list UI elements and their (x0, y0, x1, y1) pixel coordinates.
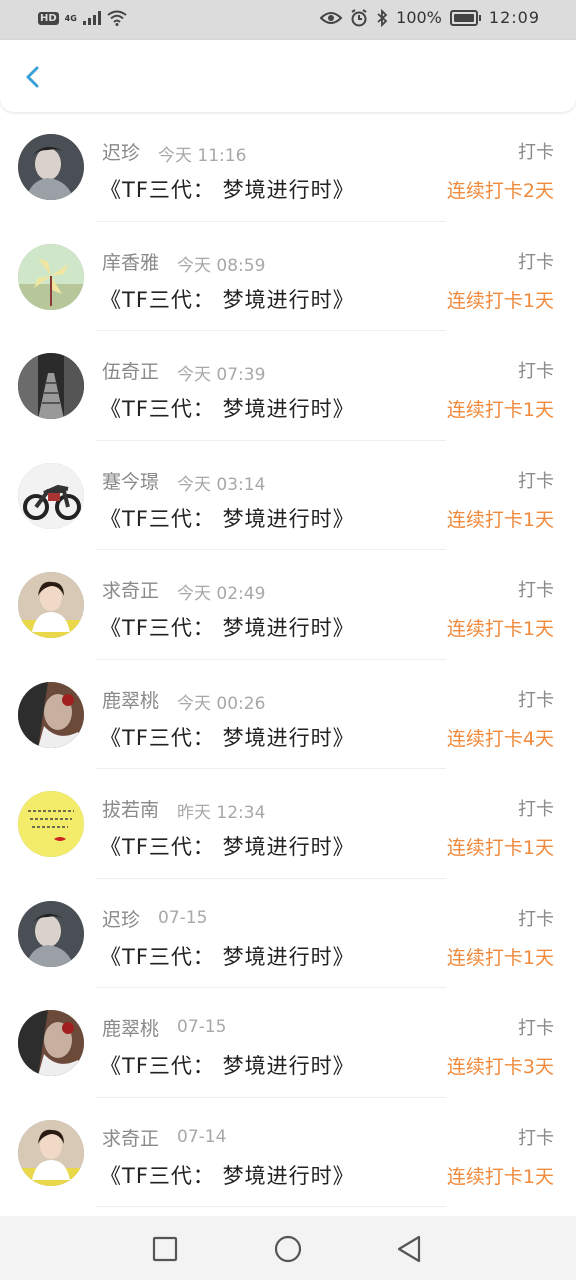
alarm-icon (350, 8, 368, 27)
checkin-time: 今天 02:49 (177, 584, 266, 604)
triangle-back-icon (397, 1235, 421, 1263)
book-title: 《TF三代： 梦境进行时》 (100, 835, 355, 859)
user-name[interactable]: 迟珍 (102, 138, 140, 165)
user-name[interactable]: 拔若南 (102, 795, 159, 822)
user-name[interactable]: 庠香雅 (102, 248, 159, 275)
bluetooth-icon (376, 8, 388, 27)
streak-label: 连续打卡1天 (446, 289, 554, 312)
woman-portrait-icon[interactable] (18, 1119, 84, 1186)
battery-icon (449, 9, 481, 26)
checkin-tag: 打卡 (518, 580, 554, 601)
checkin-row[interactable]: 鹿翠桃 今天 00:26 《TF三代： 梦境进行时》 打卡连续打卡4天 (0, 660, 576, 769)
checkin-tag: 打卡 (518, 689, 554, 711)
checkin-tag: 打卡 (518, 908, 554, 930)
user-name[interactable]: 鹿翠桃 (102, 1014, 159, 1041)
yellow-note-icon[interactable] (18, 791, 84, 857)
book-title: 《TF三代： 梦境进行时》 (100, 1054, 355, 1078)
app-header (0, 40, 576, 112)
user-name[interactable]: 伍奇正 (102, 357, 159, 384)
artwork-icon[interactable] (18, 1010, 84, 1076)
checkin-time: 07-15 (158, 907, 208, 928)
user-name[interactable]: 鹿翠桃 (102, 686, 159, 713)
checkin-tag: 打卡 (518, 361, 554, 382)
home-button[interactable] (271, 1232, 305, 1266)
book-title: 《TF三代： 梦境进行时》 (100, 944, 355, 969)
checkin-list: 迟珍 今天 11:16 《TF三代： 梦境进行时》 打卡 连续打卡2天 庠香雅 今天 08:… (0, 112, 576, 1207)
eye-icon (320, 11, 343, 25)
checkin-tag: 打卡 (518, 470, 554, 492)
checkin-time: 今天 03:14 (177, 474, 266, 495)
streak-label: 连续打卡1天 (446, 1165, 554, 1188)
woman-portrait-icon[interactable] (18, 572, 84, 638)
artwork-icon[interactable] (18, 681, 84, 748)
system-nav-bar (0, 1216, 576, 1280)
wifi-icon (107, 10, 127, 26)
book-title: 《TF三代： 梦境进行时》 (100, 397, 355, 421)
checkin-row[interactable]: 迟珍 今天 11:16 《TF三代： 梦境进行时》 打卡连续打卡2天 (0, 112, 576, 222)
streak-label: 连续打卡3天 (446, 1056, 554, 1078)
streak-label: 连续打卡1天 (446, 618, 554, 640)
recent-apps-button[interactable] (148, 1232, 182, 1266)
streak-label: 连续打卡1天 (446, 508, 554, 531)
checkin-tag: 打卡 (518, 1018, 554, 1039)
portrait-icon[interactable] (18, 900, 84, 967)
book-title: 《TF三代： 梦境进行时》 (100, 616, 355, 640)
checkin-row[interactable]: 庠香雅 今天 08:59 《TF三代： 梦境进行时》 打卡连续打卡1天 (0, 222, 576, 331)
status-left: HD 4G (38, 10, 127, 26)
divider (96, 1206, 446, 1207)
checkin-tag: 打卡 (518, 1127, 554, 1149)
checkin-row[interactable]: 求奇正 今天 02:49 《TF三代： 梦境进行时》 打卡连续打卡1天 (0, 550, 576, 660)
book-title: 《TF三代： 梦境进行时》 (100, 725, 355, 750)
streak-label: 连续打卡1天 (446, 946, 554, 969)
user-name[interactable]: 蹇今璟 (102, 467, 159, 494)
book-title: 《TF三代： 梦境进行时》 (100, 506, 355, 531)
streak-label: 连续打卡4天 (446, 727, 554, 750)
checkin-time: 今天 11:16 (158, 146, 247, 166)
checkin-tag: 打卡 (518, 251, 554, 273)
streak-label: 连续打卡1天 (446, 399, 554, 421)
checkin-time: 昨天 12:34 (177, 803, 266, 823)
book-title: 《TF三代： 梦境进行时》 (100, 287, 355, 312)
checkin-row[interactable]: 鹿翠桃 07-15 《TF三代： 梦境进行时》 打卡连续打卡3天 (0, 988, 576, 1098)
checkin-time: 今天 08:59 (177, 255, 266, 276)
hd-indicator: HD (38, 11, 59, 25)
signal-icon (82, 11, 101, 25)
checkin-tag: 打卡 (518, 799, 554, 820)
checkin-time: 07-14 (177, 1126, 227, 1147)
checkin-time: 07-15 (177, 1017, 227, 1037)
checkin-tag: 打卡 (518, 142, 554, 163)
checkin-time: 今天 07:39 (177, 365, 266, 385)
streak-label: 连续打卡2天 (446, 180, 554, 202)
status-bar: HD 4G 100% 12:09 (0, 0, 576, 40)
streak-label: 连续打卡1天 (446, 837, 554, 859)
checkin-row[interactable]: 蹇今璟 今天 03:14 《TF三代： 梦境进行时》 打卡连续打卡1天 (0, 441, 576, 550)
motorcycle-icon[interactable] (18, 462, 84, 529)
battery-percent: 100% (396, 8, 442, 27)
portrait-icon[interactable] (18, 134, 84, 200)
checkin-time: 今天 00:26 (177, 693, 266, 714)
network-type: 4G (64, 13, 77, 23)
square-icon (152, 1236, 178, 1262)
back-button[interactable] (16, 60, 50, 94)
street-photo-icon[interactable] (18, 353, 84, 419)
user-name[interactable]: 求奇正 (102, 576, 159, 603)
status-right: 100% 12:09 (320, 8, 540, 27)
chevron-left-icon (26, 66, 39, 88)
circle-icon (274, 1235, 302, 1263)
checkin-row[interactable]: 拔若南 昨天 12:34 《TF三代： 梦境进行时》 打卡连续打卡1天 (0, 769, 576, 879)
user-name[interactable]: 迟珍 (102, 905, 140, 932)
pinwheel-icon[interactable] (18, 243, 84, 310)
nav-back-button[interactable] (393, 1232, 427, 1266)
user-name[interactable]: 求奇正 (102, 1124, 159, 1151)
book-title: 《TF三代： 梦境进行时》 (100, 178, 355, 202)
clock: 12:09 (488, 8, 540, 27)
checkin-row[interactable]: 伍奇正 今天 07:39 《TF三代： 梦境进行时》 打卡连续打卡1天 (0, 331, 576, 441)
checkin-row[interactable]: 求奇正 07-14 《TF三代： 梦境进行时》 打卡连续打卡1天 (0, 1098, 576, 1207)
book-title: 《TF三代： 梦境进行时》 (100, 1163, 355, 1188)
checkin-row[interactable]: 迟珍 07-15 《TF三代： 梦境进行时》 打卡连续打卡1天 (0, 879, 576, 988)
